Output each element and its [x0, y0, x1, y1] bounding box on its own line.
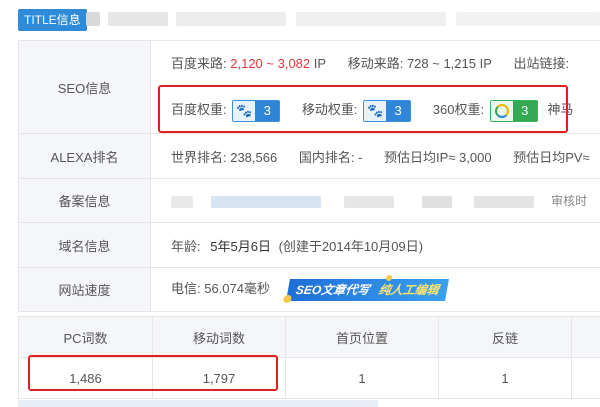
- blurred-text: [171, 195, 193, 208]
- domain-label: 域名信息: [18, 222, 151, 268]
- seo-source-row: 百度来路: 2,120 ~ 3,082 IP 移动来路: 728 ~ 1,215…: [171, 56, 570, 71]
- blurred-title: [176, 12, 286, 26]
- domain-values: 年龄: 5年5月6日 (创建于2014年10月09日): [150, 222, 600, 268]
- blurred-title: [456, 12, 600, 26]
- speed-values: 电信: 56.074毫秒 SEO文章代写 纯人工编辑: [150, 267, 600, 312]
- pc-words-header: PC词数: [18, 316, 153, 358]
- alexa-label: ALEXA排名: [18, 133, 151, 179]
- bottom-edge: [18, 400, 378, 407]
- backlinks-header: 反链: [438, 316, 572, 358]
- blurred-title: [108, 12, 168, 26]
- blurred-text: [210, 195, 321, 208]
- mobile-words-header: 移动词数: [152, 316, 286, 358]
- blurred-title: [296, 12, 446, 26]
- seo-label: SEO信息: [18, 40, 151, 134]
- speed-label: 网站速度: [18, 267, 151, 312]
- baidu-source-value: 2,120 ~ 3,082: [230, 56, 311, 71]
- beian-values: 审核时: [150, 178, 600, 223]
- outlinks-label: 出站链接:: [513, 56, 570, 71]
- title-info-tag: TITLE信息: [18, 9, 87, 31]
- title-bar: TITLE信息: [0, 0, 600, 42]
- seo-writing-banner[interactable]: SEO文章代写 纯人工编辑: [282, 274, 449, 303]
- blurred-title: [86, 12, 100, 26]
- backlinks-value: 1: [438, 357, 572, 399]
- alexa-values: 世界排名: 238,566 国内排名: - 预估日均IP≈ 3,000 预估日均…: [150, 133, 600, 179]
- domain-age-value: 5年5月6日: [210, 238, 271, 254]
- blurred-text: [421, 195, 452, 208]
- mobile-source-value: 728 ~ 1,215 IP: [406, 56, 492, 71]
- words-highlight-box: [28, 355, 278, 391]
- weight-highlight-box: [158, 85, 568, 133]
- beian-label: 备案信息: [18, 178, 151, 223]
- site-info-table: SEO信息 百度来路: 2,120 ~ 3,082 IP 移动来路: 728 ~…: [18, 40, 600, 312]
- blurred-text: [473, 195, 534, 208]
- blurred-text: [344, 195, 395, 208]
- homepage-position-header: 首页位置: [285, 316, 439, 358]
- homepage-position-value: 1: [285, 357, 439, 399]
